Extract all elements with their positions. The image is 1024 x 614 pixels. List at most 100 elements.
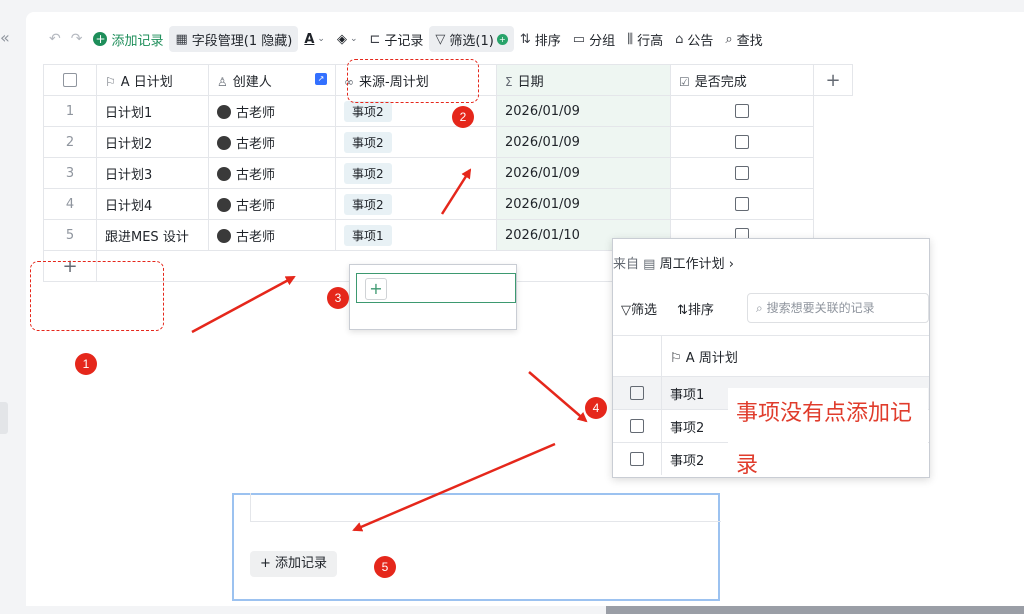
collapse-chevron-icon[interactable]: «	[0, 28, 10, 47]
cell-creator[interactable]: 古老师	[208, 219, 336, 251]
list-item-check[interactable]	[613, 376, 662, 410]
undo-button[interactable]: ↶	[44, 26, 66, 52]
cell-source[interactable]: 事项2	[335, 126, 497, 158]
cell-plan[interactable]: 跟进MES 设计	[96, 219, 209, 251]
redo-button[interactable]: ↷	[66, 26, 88, 52]
field-manage-button[interactable]: ▦ 字段管理(1 隐藏)	[169, 26, 299, 52]
filter-button[interactable]: ▽ 筛选(1) +	[429, 26, 514, 52]
linked-record-tag[interactable]: 事项2	[344, 162, 392, 184]
cell-source[interactable]: 事项2	[335, 188, 497, 220]
picker-column-header: ⚐ A 周计划	[661, 335, 929, 377]
add-record-button[interactable]: + 添加记录	[87, 26, 169, 52]
column-header-creator[interactable]: ♙ 创建人 ↗	[208, 64, 336, 96]
picker-search-input[interactable]: ⌕ 搜索想要关联的记录	[747, 293, 929, 323]
avatar	[217, 135, 231, 150]
tree-icon: ⊏	[369, 31, 381, 47]
select-all-cell[interactable]	[43, 64, 97, 96]
cell-creator[interactable]: 古老师	[208, 188, 336, 220]
column-header-plan[interactable]: ⚐ A 日计划	[96, 64, 209, 96]
annotation-marker-2: 2	[452, 106, 474, 128]
cell-done[interactable]	[670, 126, 814, 158]
picker-header-row: ⚐ A 周计划	[613, 335, 929, 377]
cell-source[interactable]: 事项2	[335, 157, 497, 189]
add-link-button[interactable]: +	[365, 278, 387, 300]
notice-button[interactable]: ⌂ 公告	[669, 26, 719, 52]
linked-record-tag[interactable]: 事项2	[344, 193, 392, 215]
row-index: 3	[43, 157, 97, 189]
linked-record-tag[interactable]: 事项2	[344, 100, 392, 122]
annotation-note: 事项没有点添加记录	[728, 388, 928, 478]
cell-date[interactable]: 2026/01/09	[496, 95, 671, 127]
avatar	[217, 197, 231, 212]
table-row[interactable]: 2 日计划2 古老师 事项2 2026/01/09	[43, 126, 853, 158]
flag-icon: ⚐	[670, 350, 686, 366]
picker-filter-button[interactable]: ▽筛选	[621, 299, 657, 318]
row-height-label: 行高	[637, 33, 664, 49]
cell-plan[interactable]: 日计划1	[96, 95, 209, 127]
creator-name: 古老师	[236, 105, 276, 121]
picker-breadcrumb: 来自 ▤ 周工作计划 ›	[613, 253, 734, 272]
picker-sort-button[interactable]: ⇅排序	[677, 299, 714, 318]
add-column-button[interactable]: +	[813, 64, 853, 96]
picker-crumb-table[interactable]: 周工作计划 ›	[660, 257, 734, 272]
done-checkbox[interactable]	[735, 135, 749, 149]
sort-button[interactable]: ⇅ 排序	[514, 26, 567, 52]
picker-search-placeholder: 搜索想要关联的记录	[766, 301, 875, 315]
cell-plan[interactable]: 日计划3	[96, 157, 209, 189]
cell-creator[interactable]: 古老师	[208, 126, 336, 158]
column-header-plan-label: A 日计划	[120, 74, 173, 90]
cell-plan[interactable]: 日计划2	[96, 126, 209, 158]
row-index: 1	[43, 95, 97, 127]
row-height-button[interactable]: ⫼ 行高	[621, 26, 669, 52]
cell-plan[interactable]: 日计划4	[96, 188, 209, 220]
list-item-checkbox[interactable]	[630, 419, 644, 433]
left-side-strip: «	[0, 0, 24, 614]
creator-name: 古老师	[236, 167, 276, 183]
done-checkbox[interactable]	[735, 166, 749, 180]
picker-header-check	[613, 335, 662, 377]
checkbox-icon: ☑	[679, 74, 690, 89]
done-checkbox[interactable]	[735, 104, 749, 118]
list-item-checkbox[interactable]	[630, 386, 644, 400]
column-header-date-label: 日期	[517, 74, 544, 90]
panel-add-record-button[interactable]: + 添加记录	[250, 551, 338, 577]
group-button[interactable]: ▭ 分组	[567, 26, 621, 52]
table-row[interactable]: 3 日计划3 古老师 事项2 2026/01/09	[43, 157, 853, 189]
annotation-dashed-box-1	[30, 261, 164, 331]
panel-divider	[250, 493, 721, 522]
cell-done[interactable]	[670, 157, 814, 189]
creator-name: 古老师	[236, 198, 276, 214]
side-tab[interactable]	[0, 402, 8, 434]
column-header-creator-label: 创建人	[232, 74, 272, 90]
cell-source[interactable]: 事项1	[335, 219, 497, 251]
bottom-scrollbar[interactable]	[606, 606, 1024, 614]
creator-name: 古老师	[236, 229, 276, 245]
sub-record-button[interactable]: ⊏ 子记录	[364, 26, 430, 52]
column-header-done[interactable]: ☑ 是否完成	[670, 64, 814, 96]
cell-date[interactable]: 2026/01/09	[496, 126, 671, 158]
linked-record-tag[interactable]: 事项2	[344, 131, 392, 153]
flag-icon: ⚐	[105, 74, 116, 89]
link-cell-input[interactable]: +	[356, 273, 516, 303]
cell-creator[interactable]: 古老师	[208, 157, 336, 189]
list-item-checkbox[interactable]	[630, 452, 644, 466]
cell-date[interactable]: 2026/01/09	[496, 188, 671, 220]
picker-column-header-label: A 周计划	[685, 350, 738, 366]
list-item-check[interactable]	[613, 409, 662, 443]
text-color-button[interactable]: A ⌄	[298, 26, 331, 52]
toolbar: ↶ ↷ + 添加记录 ▦ 字段管理(1 隐藏) A ⌄ ◈ ⌄ ⊏ 子记录 ▽ 筛选(1) +…	[44, 26, 769, 52]
cell-done[interactable]	[670, 188, 814, 220]
find-button[interactable]: ⌕ 查找	[719, 26, 768, 52]
linked-record-tag[interactable]: 事项1	[344, 224, 392, 246]
column-header-date[interactable]: Σ 日期	[496, 64, 671, 96]
fill-color-button[interactable]: ◈ ⌄	[331, 26, 364, 52]
cell-creator[interactable]: 古老师	[208, 95, 336, 127]
add-record-panel: + 添加记录	[232, 493, 721, 601]
done-checkbox[interactable]	[735, 197, 749, 211]
annotation-marker-5: 5	[374, 556, 396, 578]
table-row[interactable]: 4 日计划4 古老师 事项2 2026/01/09	[43, 188, 853, 220]
cell-done[interactable]	[670, 95, 814, 127]
cell-date[interactable]: 2026/01/09	[496, 157, 671, 189]
list-item-check[interactable]	[613, 442, 662, 475]
select-all-checkbox[interactable]	[63, 73, 77, 87]
